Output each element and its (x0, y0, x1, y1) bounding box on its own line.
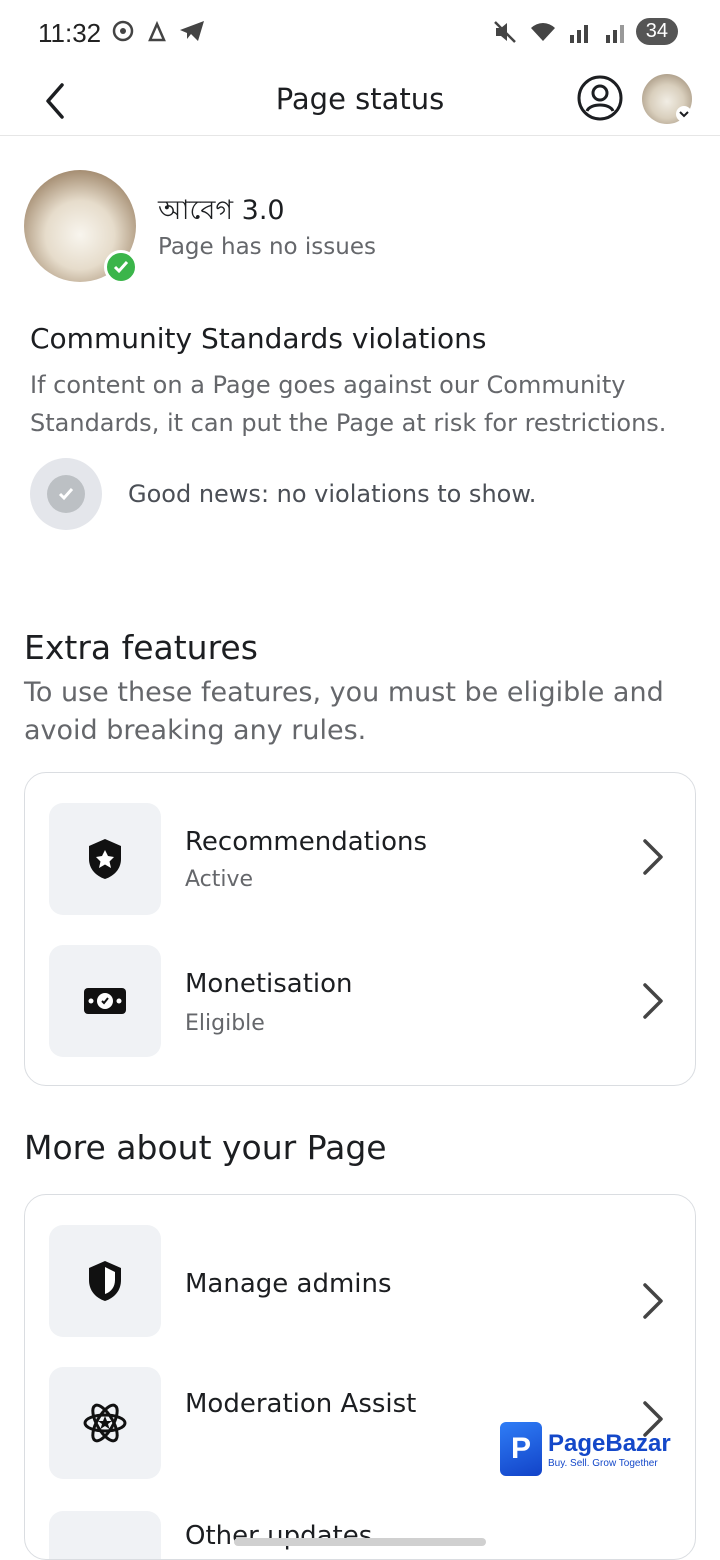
brand-logo-mark: P (500, 1422, 542, 1476)
status-notification-icons (110, 18, 206, 44)
more-about-title: More about your Page (24, 1128, 387, 1167)
feature-status: Eligible (185, 1011, 265, 1036)
status-time: 11:32 (38, 18, 102, 48)
page-name: আবেগ 3.0 (158, 195, 285, 226)
more-row-manage-admins[interactable]: Manage admins (25, 1217, 695, 1337)
feature-row-recommendations[interactable]: Recommendations Active (25, 795, 695, 915)
brand-name: PageBazar (548, 1429, 671, 1457)
extra-features-description: To use these features, you must be eligi… (24, 677, 664, 746)
feature-label: Recommendations (185, 827, 428, 857)
extra-features-card: Recommendations Active Monetisation Elig… (24, 772, 696, 1086)
sync-icon (112, 20, 134, 42)
page-issues-status: Page has no issues (158, 234, 376, 260)
signal-icon (569, 24, 588, 43)
bug-icon (148, 20, 166, 42)
more-label: Manage admins (185, 1269, 392, 1299)
money-icon (49, 945, 161, 1057)
shield-star-icon (49, 803, 161, 915)
brand-tagline: Buy. Sell. Grow Together (548, 1457, 658, 1469)
feature-status: Active (185, 867, 254, 892)
signal-2-icon (605, 24, 624, 43)
profile-button[interactable] (576, 74, 624, 122)
status-bar: 11:32 34 (0, 0, 720, 66)
mute-icon (493, 20, 516, 43)
shield-icon (49, 1225, 161, 1337)
feature-label: Monetisation (185, 969, 353, 999)
chevron-right-icon (643, 983, 663, 1019)
check-icon (47, 475, 85, 513)
app-header: Page status (0, 66, 720, 136)
community-standards-title: Community Standards violations (30, 322, 487, 355)
extra-features-title: Extra features (24, 628, 258, 667)
updates-icon (49, 1511, 161, 1559)
home-indicator[interactable] (234, 1538, 486, 1546)
verified-check-icon (104, 250, 138, 284)
no-violations-text: Good news: no violations to show. (128, 480, 537, 508)
pagebazar-logo: P PageBazar Buy. Sell. Grow Together (500, 1422, 671, 1476)
telegram-icon (180, 21, 204, 41)
chevron-right-icon (643, 839, 663, 875)
status-system-icons: 34 (492, 18, 678, 45)
feature-row-monetisation[interactable]: Monetisation Eligible (25, 939, 695, 1059)
wifi-icon (530, 22, 555, 41)
more-label: Other updates (185, 1521, 373, 1551)
no-violations-badge (30, 458, 102, 530)
more-label: Moderation Assist (185, 1389, 417, 1419)
chevron-down-icon[interactable] (676, 106, 692, 122)
atom-star-icon (49, 1367, 161, 1479)
person-icon (577, 75, 623, 121)
more-about-card: Manage admins Moderation Assist Other up… (24, 1194, 696, 1560)
more-row-other-updates[interactable]: Other updates (25, 1505, 695, 1559)
community-standards-description: If content on a Page goes against our Co… (30, 371, 667, 437)
chevron-right-icon (643, 1283, 663, 1319)
battery-indicator: 34 (635, 18, 678, 45)
